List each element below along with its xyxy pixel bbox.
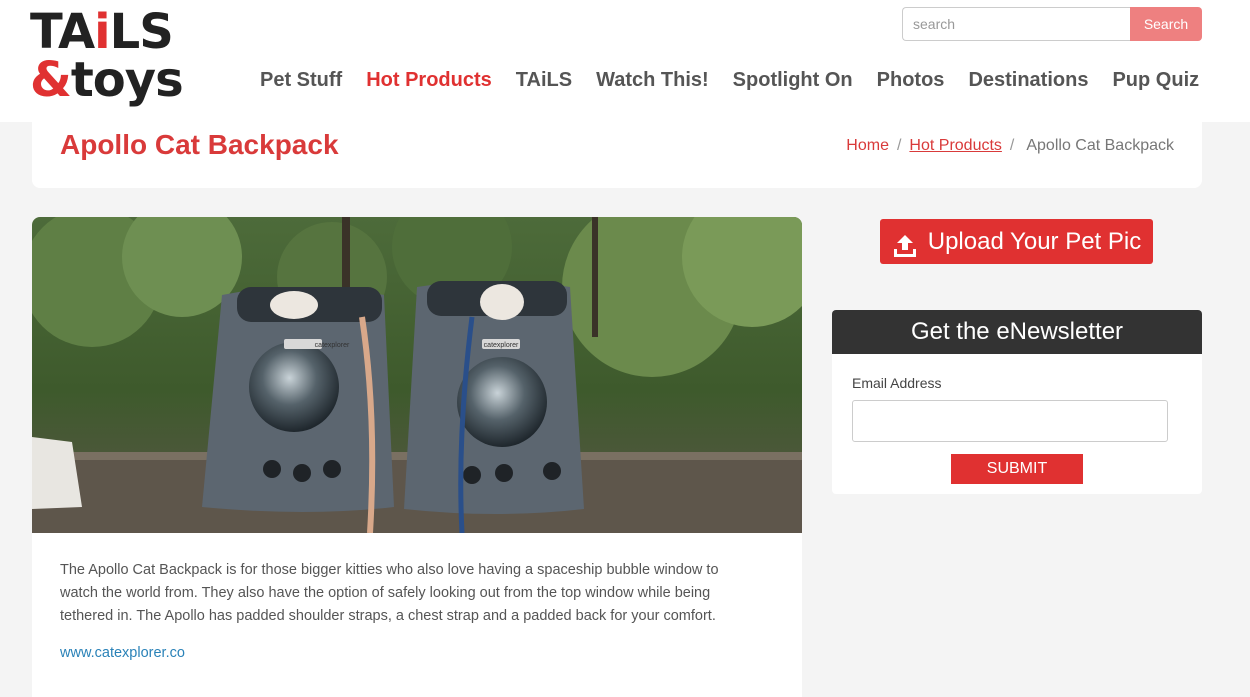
image-brand-text-right: catexplorer bbox=[484, 342, 519, 349]
breadcrumb-current: Apollo Cat Backpack bbox=[1026, 137, 1174, 154]
logo-text-top: TAiLS bbox=[30, 4, 174, 60]
breadcrumb: Home / Hot Products / Apollo Cat Backpac… bbox=[846, 136, 1174, 156]
nav-item-pup-quiz[interactable]: Pup Quiz bbox=[1100, 64, 1211, 96]
upload-icon bbox=[892, 229, 918, 257]
upload-button-label: Upload Your Pet Pic bbox=[927, 228, 1142, 255]
email-field[interactable] bbox=[852, 400, 1168, 442]
newsletter-box: Get the eNewsletter Email Address SUBMIT bbox=[832, 310, 1202, 494]
search-input[interactable] bbox=[902, 7, 1130, 41]
logo-text-bottom: &toys bbox=[30, 52, 184, 108]
image-brand-text-left: catexplorer bbox=[315, 342, 350, 349]
nav-item-tails[interactable]: TAiLS bbox=[504, 64, 584, 96]
article-card: catexplorer catexplorer The Apollo Cat B… bbox=[32, 217, 802, 697]
nav-item-photos[interactable]: Photos bbox=[865, 64, 957, 96]
main-nav: Pet Stuff Hot Products TAiLS Watch This!… bbox=[248, 64, 1211, 96]
breadcrumb-section-link[interactable]: Hot Products bbox=[909, 136, 1001, 156]
product-website-link[interactable]: www.catexplorer.co bbox=[60, 645, 185, 661]
nav-item-destinations[interactable]: Destinations bbox=[956, 64, 1100, 96]
page-title-bar: Apollo Cat Backpack Home / Hot Products … bbox=[32, 122, 1202, 188]
breadcrumb-separator: / bbox=[896, 137, 902, 154]
site-logo[interactable]: TAiLS &toys bbox=[30, 6, 200, 116]
nav-item-hot-products[interactable]: Hot Products bbox=[354, 64, 504, 96]
email-label: Email Address bbox=[852, 375, 942, 391]
breadcrumb-home-link[interactable]: Home bbox=[846, 136, 889, 156]
nav-item-pet-stuff[interactable]: Pet Stuff bbox=[248, 64, 354, 96]
submit-button[interactable]: SUBMIT bbox=[951, 454, 1083, 484]
upload-pet-pic-button[interactable]: Upload Your Pet Pic bbox=[880, 219, 1153, 264]
product-photo: catexplorer catexplorer bbox=[32, 217, 802, 533]
newsletter-title: Get the eNewsletter bbox=[832, 310, 1202, 354]
nav-item-watch-this[interactable]: Watch This! bbox=[584, 64, 721, 96]
page-title: Apollo Cat Backpack bbox=[60, 129, 339, 160]
article-description: The Apollo Cat Backpack is for those big… bbox=[60, 562, 719, 624]
nav-item-spotlight-on[interactable]: Spotlight On bbox=[721, 64, 865, 96]
search-form: Search bbox=[902, 7, 1202, 41]
site-header: TAiLS &toys Search Pet Stuff Hot Product… bbox=[0, 0, 1250, 122]
search-button[interactable]: Search bbox=[1130, 7, 1202, 41]
breadcrumb-separator: / bbox=[1009, 137, 1015, 154]
